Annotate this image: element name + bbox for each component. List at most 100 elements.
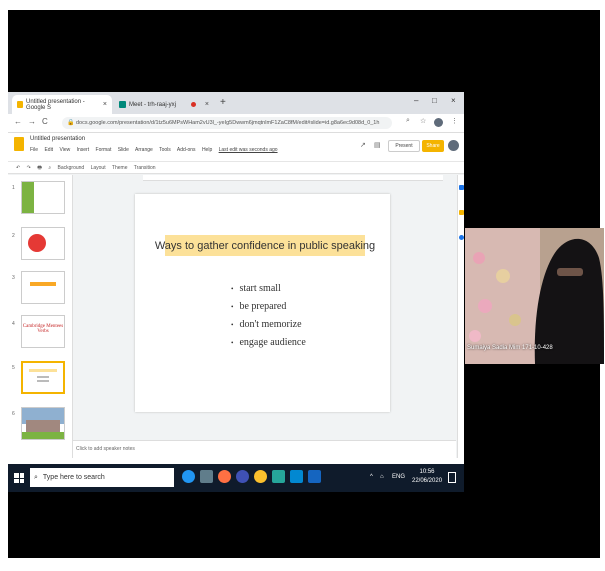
app-icon[interactable] xyxy=(272,470,285,483)
theme-button[interactable]: Theme xyxy=(112,165,128,171)
slide-thumb-3[interactable] xyxy=(21,271,65,304)
zoom-tool-icon[interactable]: ⌕ xyxy=(48,165,51,171)
redo-icon[interactable]: ↷ xyxy=(27,165,31,171)
maximize-button[interactable]: □ xyxy=(432,96,437,105)
url-input[interactable]: 🔒 docs.google.com/presentation/d/1tz5u6M… xyxy=(62,117,392,129)
present-button[interactable]: Present xyxy=(388,140,420,152)
bullet-item: start small xyxy=(231,280,306,298)
star-icon[interactable]: ☆ xyxy=(420,117,426,125)
cortana-icon[interactable] xyxy=(182,470,195,483)
windows-taskbar: ⌕ Type here to search ^ ⌂ ENG 10:56 22/0… xyxy=(8,464,464,492)
firefox-icon[interactable] xyxy=(218,470,231,483)
browser-tab-bar: Untitled presentation - Google S × Meet … xyxy=(8,92,464,114)
doc-title[interactable]: Untitled presentation xyxy=(30,136,85,142)
zoom-icon[interactable]: ⌕ xyxy=(406,117,410,125)
bullet-list[interactable]: start small be prepared don't memorize e… xyxy=(231,280,306,352)
background-button[interactable]: Background xyxy=(58,165,85,171)
participant-name: Sumaiya Sadia Mim 171-10-428 xyxy=(467,345,553,351)
lock-icon: 🔒 xyxy=(67,120,75,126)
menu-arrange[interactable]: Arrange xyxy=(135,147,153,153)
start-icon[interactable] xyxy=(14,473,24,483)
slides-favicon-icon xyxy=(17,101,24,108)
menu-bar: File Edit View Insert Format Slide Arran… xyxy=(30,147,283,153)
slides-header: Untitled presentation File Edit View Ins… xyxy=(8,133,464,161)
tab-slides[interactable]: Untitled presentation - Google S × xyxy=(12,95,112,114)
tab-label: Untitled presentation - Google S xyxy=(26,98,85,111)
search-placeholder: Type here to search xyxy=(42,474,105,481)
bullet-item: don't memorize xyxy=(231,316,306,334)
thumb-number: 2 xyxy=(12,233,15,239)
slide-thumb-1[interactable] xyxy=(21,181,65,214)
minimize-button[interactable]: – xyxy=(414,96,418,105)
word-icon[interactable] xyxy=(308,470,321,483)
last-edit-link[interactable]: Last edit was seconds ago xyxy=(219,147,278,153)
menu-addons[interactable]: Add-ons xyxy=(177,147,196,153)
menu-slide[interactable]: Slide xyxy=(118,147,129,153)
slide-title[interactable]: Ways to gather confidence in public spea… xyxy=(155,235,375,256)
slides-logo-icon[interactable] xyxy=(14,137,24,151)
clock-date: 22/06/2020 xyxy=(412,478,443,484)
search-icon: ⌕ xyxy=(34,473,38,481)
print-icon[interactable]: 🖶 xyxy=(37,165,42,171)
back-icon[interactable]: ← xyxy=(14,117,22,126)
bullet-item: engage audience xyxy=(231,334,305,352)
share-label: Share xyxy=(426,143,440,149)
close-window-button[interactable]: × xyxy=(451,96,456,105)
thumb-number: 1 xyxy=(12,185,15,191)
comments-icon[interactable]: ▤ xyxy=(374,141,381,149)
slide-thumb-5-selected[interactable] xyxy=(21,361,65,394)
slide-thumb-4[interactable]: Cambridge Mentees Verbs xyxy=(21,315,65,348)
menu-help[interactable]: Help xyxy=(202,147,212,153)
keep-icon[interactable] xyxy=(459,210,464,215)
tab-label: Meet - trh-raaj-yxj xyxy=(129,101,177,108)
notification-icon[interactable] xyxy=(448,472,456,483)
task-view-icon[interactable] xyxy=(200,470,213,483)
slide-thumb-2[interactable] xyxy=(21,227,65,260)
lang-indicator[interactable]: ENG xyxy=(392,474,405,480)
close-icon[interactable]: × xyxy=(103,101,107,108)
menu-format[interactable]: Format xyxy=(96,147,112,153)
app-icon[interactable] xyxy=(236,470,249,483)
activity-icon[interactable]: ↗ xyxy=(360,141,366,149)
url-text: docs.google.com/presentation/d/1tz5u6MPs… xyxy=(76,120,380,126)
share-button[interactable]: Share xyxy=(422,140,444,152)
taskbar-clock[interactable]: 10:56 22/06/2020 xyxy=(412,468,442,486)
tab-meet[interactable]: Meet - trh-raaj-yxj × xyxy=(114,95,214,114)
address-bar-row: ← → C 🔒 docs.google.com/presentation/d/1… xyxy=(8,114,464,133)
undo-icon[interactable]: ↶ xyxy=(16,165,20,171)
tray-chevron-icon[interactable]: ^ xyxy=(370,474,373,480)
thumb-number: 5 xyxy=(12,365,15,371)
thumb-number: 4 xyxy=(12,321,15,327)
menu-edit[interactable]: Edit xyxy=(44,147,53,153)
notes-placeholder: Click to add speaker notes xyxy=(76,446,135,452)
ruler xyxy=(143,175,443,181)
menu-file[interactable]: File xyxy=(30,147,38,153)
bullet-item: be prepared xyxy=(231,298,306,316)
store-icon[interactable] xyxy=(290,470,303,483)
reload-icon[interactable]: C xyxy=(42,117,48,126)
slide-thumb-6[interactable] xyxy=(21,407,65,440)
network-icon[interactable]: ⌂ xyxy=(380,474,384,480)
profile-avatar[interactable] xyxy=(434,118,443,127)
close-icon[interactable]: × xyxy=(205,101,209,108)
menu-icon[interactable]: ⋮ xyxy=(451,117,458,125)
menu-tools[interactable]: Tools xyxy=(159,147,171,153)
speaker-notes[interactable]: Click to add speaker notes xyxy=(73,440,456,458)
account-avatar[interactable] xyxy=(448,140,459,151)
shared-screen: Untitled presentation - Google S × Meet … xyxy=(8,92,464,492)
calendar-icon[interactable] xyxy=(459,185,464,190)
side-panel xyxy=(457,175,464,460)
forward-icon[interactable]: → xyxy=(28,117,36,126)
tasks-icon[interactable] xyxy=(459,235,464,240)
thumb-number: 6 xyxy=(12,411,15,417)
new-tab-button[interactable]: + xyxy=(220,97,226,108)
editor-toolbar: ↶ ↷ 🖶 ⌕ Background Layout Theme Transiti… xyxy=(8,161,464,174)
chrome-icon[interactable] xyxy=(254,470,267,483)
layout-button[interactable]: Layout xyxy=(91,165,106,171)
transition-button[interactable]: Transition xyxy=(134,165,156,171)
slide-filmstrip: 1 2 3 4 Cambridge Mentees Verbs 5 6 xyxy=(8,175,73,460)
menu-view[interactable]: View xyxy=(59,147,70,153)
menu-insert[interactable]: Insert xyxy=(77,147,90,153)
taskbar-search[interactable]: ⌕ Type here to search xyxy=(30,468,174,487)
current-slide[interactable]: Ways to gather confidence in public spea… xyxy=(135,194,390,412)
